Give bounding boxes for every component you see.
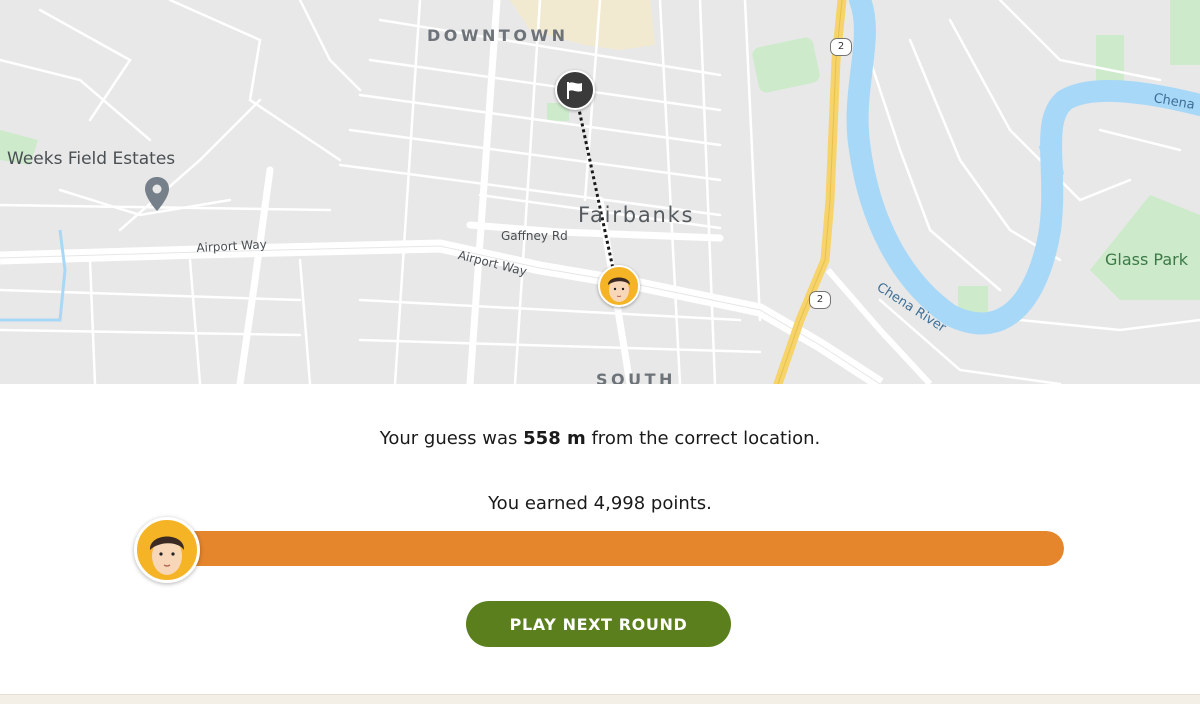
map-label-fairbanks: Fairbanks bbox=[578, 203, 695, 227]
score-progress-fill bbox=[166, 531, 1064, 566]
correct-location-marker[interactable] bbox=[555, 70, 595, 110]
distance-prefix: Your guess was bbox=[379, 428, 524, 449]
distance-suffix: from the correct location. bbox=[585, 428, 821, 449]
round-result-panel: Your guess was 558 m from the correct lo… bbox=[0, 384, 1200, 694]
player-face-icon bbox=[608, 277, 630, 302]
points-message: You earned 4,998 points. bbox=[488, 493, 712, 514]
guess-marker[interactable] bbox=[598, 265, 640, 307]
map-label-downtown: DOWNTOWN bbox=[427, 26, 569, 45]
player-face-icon bbox=[149, 536, 185, 575]
map-label-south: SOUTH bbox=[596, 370, 676, 384]
map-label-glass-park: Glass Park bbox=[1105, 250, 1188, 269]
score-progress-bar bbox=[166, 531, 1064, 566]
location-pin-icon[interactable] bbox=[144, 176, 170, 212]
player-avatar bbox=[134, 517, 200, 583]
distance-message: Your guess was 558 m from the correct lo… bbox=[0, 428, 1200, 449]
footer-strip bbox=[0, 694, 1200, 704]
distance-value: 558 m bbox=[523, 428, 586, 449]
flag-icon bbox=[567, 82, 582, 99]
map-label-weeks-field-estates: Weeks Field Estates bbox=[7, 149, 176, 169]
play-next-round-button[interactable]: PLAY NEXT ROUND bbox=[466, 601, 731, 647]
map-canvas bbox=[0, 0, 1200, 384]
highway-shield: 2 bbox=[809, 291, 831, 309]
result-map[interactable]: DOWNTOWN SOUTH Fairbanks Weeks Field Est… bbox=[0, 0, 1200, 384]
highway-shield: 2 bbox=[830, 38, 852, 56]
map-label-gaffney-rd: Gaffney Rd bbox=[501, 229, 568, 243]
